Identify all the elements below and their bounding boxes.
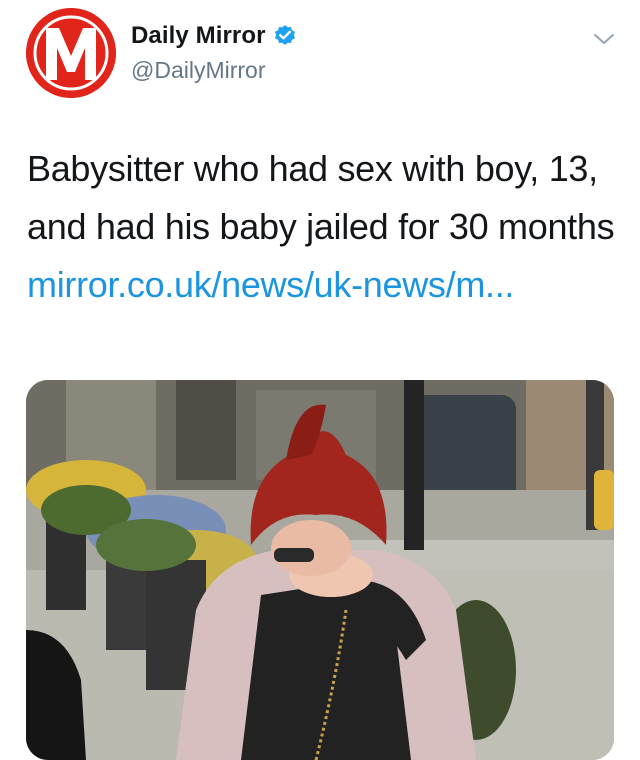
verified-badge-icon — [274, 25, 295, 45]
tweet-header: Daily Mirror @DailyMirror — [0, 0, 640, 110]
photo-illustration — [26, 380, 614, 760]
tweet-text: Babysitter who had sex with boy, 13, and… — [27, 140, 617, 314]
avatar[interactable] — [26, 8, 116, 98]
chevron-down-icon[interactable] — [592, 30, 616, 48]
tweet-media-photo[interactable] — [26, 380, 614, 760]
mirror-logo-icon — [26, 8, 116, 98]
author-handle[interactable]: @DailyMirror — [131, 57, 266, 84]
tweet-body-text: Babysitter who had sex with boy, 13, and… — [27, 148, 615, 247]
author-display-name[interactable]: Daily Mirror — [131, 22, 266, 50]
tweet-link[interactable]: mirror.co.uk/news/uk-news/m... — [27, 264, 514, 305]
author-name-row[interactable]: Daily Mirror — [131, 22, 297, 50]
